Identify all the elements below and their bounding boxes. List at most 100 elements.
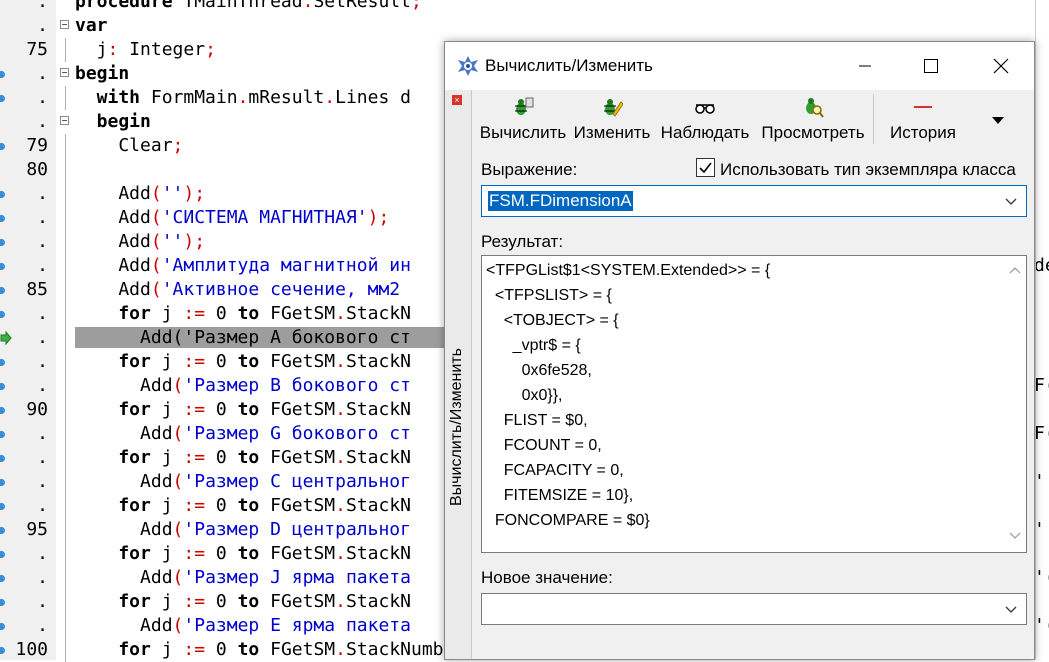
result-line: FCOUNT = 0, xyxy=(486,437,602,454)
fold-guide xyxy=(65,230,66,254)
code-text[interactable]: for j := 0 to FGetSM.StackN xyxy=(75,351,411,372)
right-margin-line xyxy=(1035,0,1036,660)
code-text[interactable]: Clear; xyxy=(75,135,183,156)
code-text[interactable]: begin xyxy=(75,63,129,84)
dock-close-icon[interactable]: × xyxy=(452,95,462,105)
result-line: 0x6fe528, xyxy=(486,362,592,379)
modify-icon xyxy=(604,99,623,117)
code-text[interactable]: for j := 0 to FGetSM.StackN xyxy=(75,591,411,612)
result-line: 0x0}}, xyxy=(486,387,563,404)
modify-label: Изменить xyxy=(573,123,651,142)
fold-guide xyxy=(65,302,66,326)
expression-value[interactable]: FSM.FDimensionA xyxy=(488,191,633,211)
fold-guide xyxy=(65,86,66,110)
result-line: FLIST = $0, xyxy=(486,412,588,429)
code-text[interactable]: for j := 0 to FGetSM.StackN xyxy=(75,399,411,420)
line-number: . xyxy=(37,15,48,36)
line-number: 95 xyxy=(26,519,48,540)
result-line: _vptr$ = { xyxy=(486,337,581,354)
new-value-combobox[interactable] xyxy=(481,593,1027,625)
code-text[interactable]: Add('Размер D центральног xyxy=(75,519,411,540)
history-button[interactable]: История xyxy=(877,90,969,148)
code-text[interactable]: Add('Активное сечение, мм2 xyxy=(75,279,411,300)
new-value-label: Новое значение: xyxy=(481,568,613,587)
chevron-down-icon[interactable] xyxy=(1005,195,1017,207)
dialog-title: Вычислить/Изменить xyxy=(485,56,653,75)
line-number: . xyxy=(37,303,48,324)
code-line[interactable]: . var xyxy=(0,14,1049,38)
code-text-fragment: '( xyxy=(1034,615,1049,636)
chevron-down-icon[interactable] xyxy=(1005,603,1017,615)
toolbar-separator xyxy=(873,94,874,144)
modify-button[interactable]: Изменить xyxy=(569,90,655,148)
fold-toggle-icon[interactable] xyxy=(60,116,69,125)
result-line: FONCOMPARE = $0} xyxy=(486,512,650,529)
code-text[interactable]: Add('Размер J ярма пакета xyxy=(75,567,411,588)
code-text[interactable]: Add(''); xyxy=(75,231,205,252)
line-number: 100 xyxy=(15,639,48,660)
line-number: . xyxy=(37,231,48,252)
scroll-up-icon[interactable] xyxy=(1009,266,1021,274)
evaluate-button[interactable]: Вычислить xyxy=(477,90,569,148)
history-dropdown-icon[interactable] xyxy=(992,117,1004,124)
fold-guide xyxy=(65,182,66,206)
line-number: . xyxy=(37,567,48,588)
code-text[interactable]: begin xyxy=(75,111,151,132)
line-number: . xyxy=(37,591,48,612)
fold-toggle-icon[interactable] xyxy=(60,20,69,29)
code-text[interactable]: for j := 0 to FGetSM.StackN xyxy=(75,447,411,468)
code-text[interactable]: for j := 0 to FGetSM.StackN xyxy=(75,303,411,324)
use-instance-label[interactable]: Использовать тип экземпляра класса xyxy=(720,160,1016,180)
code-text[interactable]: Add(''); xyxy=(75,183,205,204)
code-text[interactable]: Add('Размер G бокового ст xyxy=(75,423,411,444)
code-text[interactable]: Add('Амплитуда магнитной ин xyxy=(75,255,411,276)
docked-side-panel: × Вычислить/Изменить xyxy=(445,90,472,659)
inspect-icon xyxy=(806,98,824,118)
fold-guide xyxy=(65,470,66,494)
code-text[interactable]: for j := 0 to FGetSM.StackN xyxy=(75,543,411,564)
result-memo[interactable]: <TFPGList$1<SYSTEM.Extended>> = { <TFPSL… xyxy=(481,255,1027,553)
result-line: FCAPACITY = 0, xyxy=(486,462,624,479)
code-text-fragment: F( xyxy=(1034,327,1049,348)
line-number: . xyxy=(37,207,48,228)
result-line: <TFPSLIST> = { xyxy=(486,287,612,304)
code-text[interactable]: Add('Размер C центральног xyxy=(75,471,411,492)
line-number: . xyxy=(37,351,48,372)
evaluate-label: Вычислить xyxy=(479,123,567,142)
fold-guide xyxy=(65,158,66,182)
fold-guide xyxy=(65,494,66,518)
fold-guide xyxy=(65,398,66,422)
line-number: . xyxy=(37,183,48,204)
code-text[interactable]: Add('Размер B бокового ст xyxy=(75,375,411,396)
maximize-button[interactable] xyxy=(908,42,954,90)
inspect-button[interactable]: Просмотреть xyxy=(755,90,871,148)
fold-guide xyxy=(65,638,66,662)
checkmark-icon xyxy=(699,162,712,174)
fold-guide xyxy=(65,254,66,278)
line-number: . xyxy=(37,375,48,396)
code-text[interactable]: with FormMain.mResult.Lines d xyxy=(75,87,411,108)
line-number: . xyxy=(37,0,48,12)
code-text[interactable]: procedure TMainThread.SetResult; xyxy=(75,0,422,12)
line-number: 79 xyxy=(26,135,48,156)
code-text[interactable]: var xyxy=(75,15,108,36)
code-text[interactable]: Add('СИСТЕМА МАГНИТНАЯ'); xyxy=(75,207,389,228)
code-text[interactable]: for j := 0 to FGetSM.StackN xyxy=(75,495,411,516)
result-scrollbar[interactable] xyxy=(1004,256,1026,552)
result-line: FITEMSIZE = 10}, xyxy=(486,487,634,504)
fold-toggle-icon[interactable] xyxy=(60,68,69,77)
history-icon xyxy=(914,106,932,108)
watch-button[interactable]: Наблюдать xyxy=(657,90,753,148)
minimize-button[interactable] xyxy=(842,42,888,90)
code-text[interactable]: Add('Размер E ярма пакета xyxy=(75,615,411,636)
line-number: 90 xyxy=(26,399,48,420)
close-button[interactable] xyxy=(978,42,1024,90)
scroll-down-icon[interactable] xyxy=(1009,532,1021,540)
expression-combobox[interactable]: FSM.FDimensionA xyxy=(481,185,1027,217)
dialog-toolbar: Вычислить Изменить Наблюдать Просмотреть… xyxy=(473,90,1034,148)
use-instance-checkbox[interactable] xyxy=(696,158,715,177)
code-text[interactable]: j: Integer; xyxy=(75,39,216,60)
dialog-titlebar[interactable]: Вычислить/Изменить xyxy=(445,42,1034,90)
line-number: . xyxy=(37,63,48,84)
code-line[interactable]: . procedure TMainThread.SetResult; xyxy=(0,0,1049,14)
